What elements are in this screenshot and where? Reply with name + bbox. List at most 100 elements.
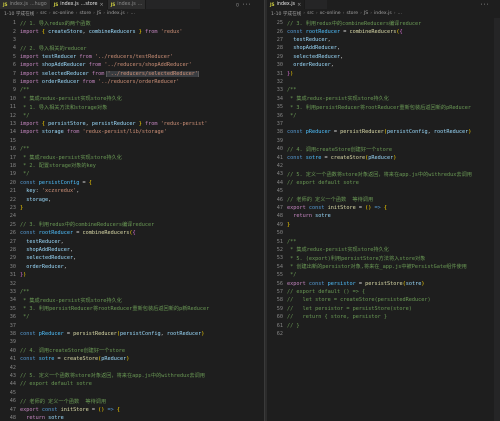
code-line[interactable]: 52 * 集成redux-persist实现store持久化 (267, 246, 500, 254)
code-line[interactable]: 30 orderReducer, (0, 263, 264, 271)
code-line[interactable]: 36 */ (0, 313, 264, 321)
code-line[interactable]: 50 (267, 229, 500, 237)
more-actions-icon[interactable]: ··· (480, 2, 489, 8)
code-line[interactable]: 40 // 4. 调用createStore创建好一个store (267, 145, 500, 153)
code-line[interactable]: 8 import orderReducer from '../reducers/o… (0, 78, 264, 86)
code-line[interactable]: 15 (0, 137, 264, 145)
more-actions-icon[interactable]: ··· (242, 2, 251, 8)
code-line[interactable]: 37 (267, 120, 500, 128)
code-line[interactable]: 35 * 3. 利用persistReducer将rootReducer重新包装… (267, 103, 500, 111)
code-line[interactable]: 17 * 集成redux-persist实现store持久化 (0, 153, 264, 162)
split-editor-icon[interactable]: ▯ (236, 2, 239, 8)
code-line[interactable]: 13 import { persistStore, persistReducer … (0, 120, 264, 128)
code-line[interactable]: 49} (267, 221, 500, 229)
code-line[interactable]: 10 * 集成redux-persist实现store持久化 (0, 95, 264, 103)
code-line[interactable]: 45 (0, 389, 264, 397)
code-line[interactable]: 47 export const initStore = () => { (267, 204, 500, 212)
code-line[interactable]: 32 (0, 279, 264, 287)
breadcrumb-item[interactable]: xc-online (53, 11, 74, 16)
code-line[interactable]: 34 * 集成redux-persist实现store持久化 (267, 95, 500, 103)
breadcrumb-item[interactable]: JS (97, 11, 101, 16)
code-line[interactable]: 38 const pReducer = persistReducer(persis… (267, 128, 500, 136)
breadcrumb-item[interactable]: 1-10 学成在线 (271, 11, 301, 17)
editor-tab[interactable]: JS index.js ...store × (50, 0, 108, 9)
code-line[interactable]: 48 return sotre (0, 414, 264, 421)
code-line[interactable]: 28 shopAddReducer, (0, 246, 264, 254)
breadcrumb-item[interactable]: xc-online (320, 11, 341, 16)
code-line[interactable]: 19 */ (0, 170, 264, 178)
code-line[interactable]: 29 selectedReducer, (0, 254, 264, 262)
breadcrumb-item[interactable]: store (79, 11, 91, 16)
code-line[interactable]: 42 (267, 162, 500, 170)
code-line[interactable]: 60 // return { store, persistor } (267, 313, 500, 321)
right-editor[interactable]: 25 // 3. 利用redux中的combineReducers编译reduce… (267, 18, 500, 421)
code-line[interactable]: 45 (267, 187, 500, 195)
code-line[interactable]: 21 key: 'xczxredux', (0, 187, 264, 195)
code-line[interactable]: 58 // let store = createStore(persistedRe… (267, 296, 500, 304)
code-line[interactable]: 18 * 2. 配置storage对象的key (0, 162, 264, 170)
code-line[interactable]: 27 testReducer, (0, 237, 264, 245)
code-line[interactable]: 31}) (267, 69, 500, 77)
code-line[interactable]: 36 */ (267, 111, 500, 119)
code-line[interactable]: 32 (267, 78, 500, 86)
code-line[interactable]: 22 storage, (0, 195, 264, 203)
code-line[interactable]: 2 import { createStore, combineReducers }… (0, 27, 264, 35)
breadcrumb-item[interactable]: src (307, 11, 314, 16)
code-line[interactable]: 42 (0, 363, 264, 371)
code-line[interactable]: 7 import selectedReducer from '../reducer… (0, 69, 264, 77)
editor-tab[interactable]: JS index.js... (107, 0, 147, 9)
breadcrumb-item[interactable]: store (346, 11, 358, 16)
breadcrumb-item[interactable]: src (40, 11, 47, 16)
code-line[interactable]: 39 (0, 338, 264, 346)
code-line[interactable]: 31}) (0, 271, 264, 279)
close-icon[interactable]: × (297, 2, 301, 8)
breadcrumb-item[interactable]: 1-10 学成在线 (4, 11, 34, 17)
code-line[interactable]: 23} (0, 204, 264, 212)
code-line[interactable]: 26 const rootReducer = combineReducers({ (0, 229, 264, 237)
code-line[interactable]: 56 export const persistor = persistStore(… (267, 279, 500, 287)
code-line[interactable]: 37 (0, 321, 264, 329)
right-scrollbar[interactable] (494, 18, 500, 421)
code-line[interactable]: 38 const pReducer = persistReducer(persis… (0, 330, 264, 338)
code-line[interactable]: 43 // 5. 定义一个函数将store对象返回，将来在app.js中的with… (0, 372, 264, 380)
code-line[interactable]: 30 orderReducer, (267, 61, 500, 69)
code-line[interactable]: 14 import storage from 'redux-persist/lib… (0, 128, 264, 136)
code-line[interactable]: 47 export const initStore = () => { (0, 405, 264, 413)
code-line[interactable]: 39 (267, 137, 500, 145)
code-line[interactable]: 41 const sotre = createStore(pReducer) (267, 153, 500, 161)
code-line[interactable]: 51 /** (267, 237, 500, 245)
code-line[interactable]: 6 import shopAddReducer from '../reducers… (0, 61, 264, 69)
code-line[interactable]: 46 // 老师的 定义一个函数 等待调用 (267, 195, 500, 204)
code-line[interactable]: 9 /** (0, 86, 264, 94)
code-line[interactable]: 34 * 集成redux-persist实现store持久化 (0, 296, 264, 304)
code-line[interactable]: 4 // 2. 导入相关的reducer (0, 44, 264, 52)
left-editor[interactable]: 1 // 1. 导入redux的两个函数 2 import { createStore… (0, 18, 264, 421)
code-line[interactable]: 33 /** (267, 86, 500, 94)
close-icon[interactable]: × (99, 2, 103, 8)
code-line[interactable]: 33 /** (0, 288, 264, 296)
editor-tab[interactable]: JS index.js × (267, 0, 306, 9)
code-line[interactable]: 57 // export default () => { (267, 288, 500, 296)
code-line[interactable]: 28 shopAddReducer, (267, 44, 500, 52)
editor-tab[interactable]: JS index.js ...hugo (0, 0, 51, 9)
code-line[interactable]: 5 import testReducer from '../reducers/te… (0, 53, 264, 61)
code-line[interactable]: 41 const sotre = createStore(pReducer) (0, 355, 264, 363)
breadcrumb-item[interactable]: index.js (374, 11, 392, 16)
breadcrumb-item[interactable]: index.js (107, 11, 125, 16)
code-line[interactable]: 48 return sotre (267, 212, 500, 220)
code-line[interactable]: 35 * 3. 利用persistReducer将rootReducer重新包装… (0, 305, 264, 313)
code-line[interactable]: 27 testReducer, (267, 36, 500, 44)
code-line[interactable]: 62 (267, 330, 500, 338)
code-line[interactable]: 29 selectedReducer, (267, 53, 500, 61)
code-line[interactable]: 55 */ (267, 271, 500, 279)
code-line[interactable]: 59 // let persistor = persistStore(store) (267, 305, 500, 313)
code-line[interactable]: 26 const rootReducer = combineReducers({ (267, 27, 500, 35)
code-line[interactable]: 61 // } (267, 321, 500, 329)
breadcrumb-item[interactable]: ... (398, 11, 402, 16)
code-line[interactable]: 1 // 1. 导入redux的两个函数 (0, 19, 264, 27)
code-line[interactable]: 25 // 3. 利用redux中的combineReducers编译reduce… (0, 221, 264, 229)
breadcrumb-item[interactable]: JS (364, 11, 368, 16)
code-line[interactable]: 44 // export default sotre (267, 179, 500, 187)
breadcrumb-item[interactable]: ... (131, 11, 135, 16)
code-line[interactable]: 46 // 老师的 定义一个函数 等待调用 (0, 397, 264, 405)
